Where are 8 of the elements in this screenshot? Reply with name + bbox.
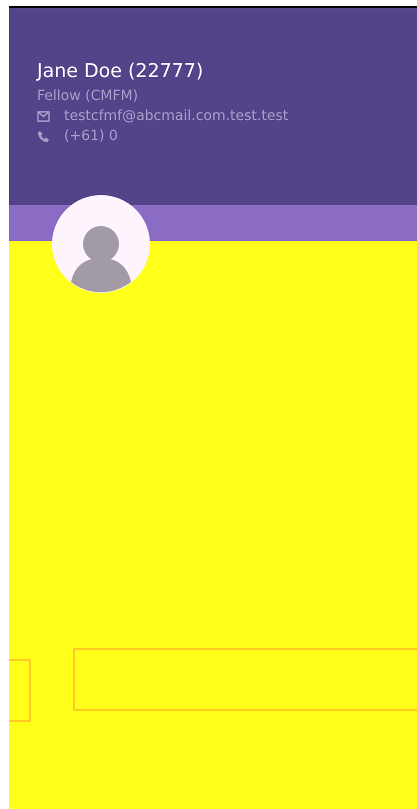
avatar-icon (51, 194, 151, 294)
phone-number: (+61) 0 (64, 128, 118, 144)
outline-frame (9, 659, 31, 722)
membership-type: Fellow (CMFM) (37, 88, 140, 104)
phone-icon (37, 130, 50, 142)
mail-icon (37, 110, 50, 122)
member-name: Jane Doe (22777) (37, 60, 204, 82)
email-address: testcfmf@abcmail.com.test.test (64, 108, 288, 124)
